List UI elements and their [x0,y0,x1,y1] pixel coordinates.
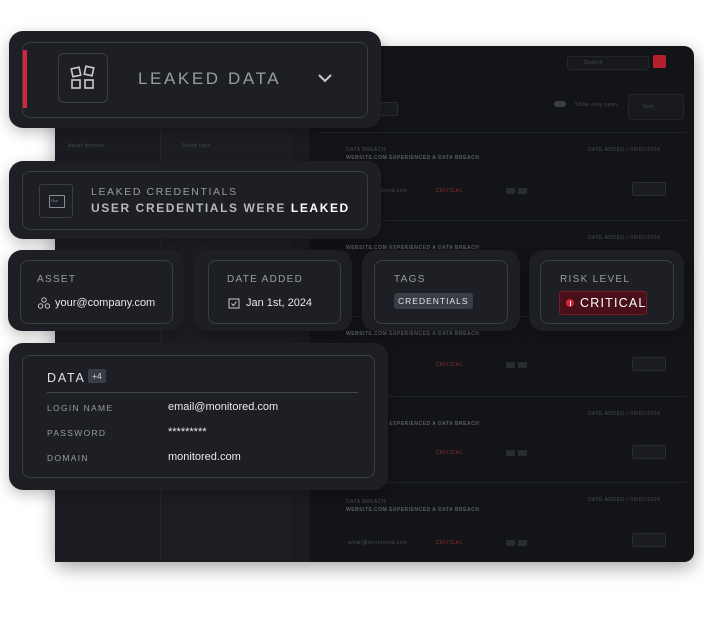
tags-inner: TAGS CREDENTIALS [374,260,508,324]
background-alert-button[interactable] [653,55,666,68]
row-tag [518,450,527,456]
alert-line2: USER CREDENTIALS WERE LEAKED [91,201,350,215]
risk-inner: RISK LEVEL CRITICAL [540,260,674,324]
row-tag [506,188,515,194]
alert-line2-prefix: USER CREDENTIALS WERE [91,201,286,215]
risk-value: CRITICAL [580,296,647,310]
logo-text: Ora [51,198,58,203]
alert-card: Ora LEAKED CREDENTIALS USER CREDENTIALS … [9,161,381,239]
row-date: DATE ADDED / 09/02/2024 [588,497,661,503]
data-row-value: ********* [168,426,207,438]
data-row-key: DOMAIN [47,453,89,463]
alert-line1: LEAKED CREDENTIALS [91,186,238,198]
asset-label: ASSET [37,274,77,285]
row-tag [506,540,515,546]
alert-line2-emphasis: LEAKED [290,201,350,215]
resolve-button[interactable] [632,357,666,371]
row-tag [506,450,515,456]
leaked-data-card: LEAKED DATA [9,31,381,128]
resolve-button[interactable] [632,533,666,547]
date-value: Jan 1st, 2024 [246,297,313,309]
asset-value: your@company.com [55,297,156,309]
background-filter-a: Asset domain [68,143,105,149]
resolve-button[interactable] [632,445,666,459]
row-title: WEBSITE.COM EXPERIENCED A DATA BREACH [346,331,480,337]
tag-chip: CREDENTIALS [394,293,473,309]
alert-dot-icon [566,299,574,307]
row-date: DATE ADDED / 09/02/2024 [588,411,661,417]
asset-icon [38,297,50,309]
asset-card: ASSET your@company.com [8,250,184,331]
data-count-badge: +4 [88,369,106,383]
accent-bar [23,50,27,108]
row-asset: email@monitored.com [348,540,408,546]
leaked-data-dropdown[interactable]: LEAKED DATA [22,42,368,118]
row-tag [518,188,527,194]
risk-card: RISK LEVEL CRITICAL [529,250,684,331]
background-sort-select[interactable]: Sort [628,94,684,120]
chevron-down-icon[interactable] [317,73,333,83]
data-row-key: PASSWORD [47,428,107,438]
row-date: DATE ADDED / 09/02/2024 [588,235,661,241]
data-card: DATA +4 LOGIN NAME email@monitored.com P… [9,343,388,490]
background-row: DATA BREACH WEBSITE.COM EXPERIENCED A DA… [318,482,686,563]
data-row-value: email@monitored.com [168,401,279,413]
data-row-key: LOGIN NAME [47,403,114,413]
asset-inner: ASSET your@company.com [20,260,173,324]
logo-icon: Ora [39,184,73,218]
grid-icon [70,65,95,89]
data-inner: DATA +4 LOGIN NAME email@monitored.com P… [22,355,375,478]
background-search-input[interactable]: Search [567,56,649,70]
row-tag [506,362,515,368]
card-title: LEAKED DATA [138,69,282,88]
risk-label: RISK LEVEL [560,274,631,285]
row-sub: DATA BREACH [346,147,387,153]
date-inner: DATE ADDED Jan 1st, 2024 [208,260,341,324]
row-risk: CRITICAL [436,450,463,456]
background-toggle[interactable] [554,101,566,107]
date-label: DATE ADDED [227,274,304,285]
divider [47,392,358,393]
row-title: WEBSITE.COM EXPERIENCED A DATA BREACH [346,507,480,513]
row-date: DATE ADDED / 09/02/2024 [588,147,661,153]
row-sub: DATA BREACH [346,499,387,505]
row-tag [518,362,527,368]
background-toggle-label: Show only open [575,102,618,108]
sort-label: Sort [643,104,655,110]
row-risk: CRITICAL [436,540,463,546]
date-added-card: DATE ADDED Jan 1st, 2024 [194,250,352,331]
alert-inner: Ora LEAKED CREDENTIALS USER CREDENTIALS … [22,171,368,230]
tags-label: TAGS [394,274,426,285]
calendar-icon [228,298,240,309]
row-risk: CRITICAL [436,362,463,368]
data-title: DATA [47,371,86,385]
risk-badge: CRITICAL [559,291,647,315]
grid-icon-box [58,53,108,103]
resolve-button[interactable] [632,182,666,196]
row-tag [518,540,527,546]
row-risk: CRITICAL [436,188,463,194]
background-filter-b: Event type [182,143,211,149]
data-row-value: monitored.com [168,451,241,463]
tags-card: TAGS CREDENTIALS [362,250,520,331]
search-placeholder: Search [584,60,603,66]
